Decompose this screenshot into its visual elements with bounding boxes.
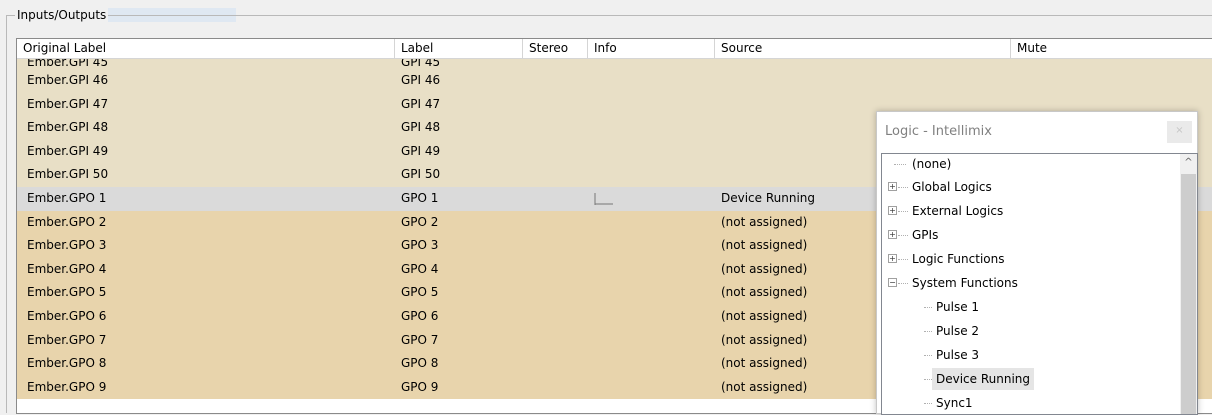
tree-connector: [898, 259, 908, 260]
column-header-label[interactable]: Label: [395, 39, 523, 58]
label-cell: GPO 4: [401, 261, 439, 276]
original-label-cell: Ember.GPO 6: [27, 308, 107, 323]
column-header-original-label[interactable]: Original Label: [17, 39, 395, 58]
column-header-mute[interactable]: Mute: [1011, 39, 1212, 58]
original-label-cell: Ember.GPO 5: [27, 285, 107, 300]
scroll-up-icon[interactable]: ^: [1180, 154, 1197, 172]
label-cell: GPO 1: [401, 190, 439, 205]
source-cell[interactable]: (not assigned): [721, 211, 807, 235]
original-label-cell: Ember.GPO 2: [27, 214, 107, 229]
label-cell: GPI 48: [401, 120, 441, 135]
expand-icon[interactable]: +: [888, 206, 897, 215]
original-label-cell: Ember.GPI 46: [27, 73, 109, 87]
source-cell[interactable]: (not assigned): [721, 234, 807, 258]
tree-item-label: External Logics: [912, 204, 1004, 218]
tree-connector: [898, 211, 908, 212]
column-header-source[interactable]: Source: [715, 39, 1011, 58]
original-label-cell: Ember.GPI 49: [27, 143, 109, 158]
tree-item-label: Pulse 3: [936, 348, 980, 362]
tree-item-label: Sync1: [936, 396, 973, 410]
tree-item-label: GPIs: [912, 228, 939, 242]
source-cell[interactable]: (not assigned): [721, 258, 807, 282]
column-header-info[interactable]: Info: [588, 39, 715, 58]
tree-connector: [898, 187, 908, 188]
original-label-cell: Ember.GPI 50: [27, 167, 109, 182]
table-row[interactable]: Ember.GPI 46 GPI 46: [17, 69, 1212, 93]
original-label-cell: Ember.GPI 48: [27, 120, 109, 135]
original-label-cell: Ember.GPO 1: [27, 190, 107, 205]
expand-icon[interactable]: +: [888, 254, 897, 263]
tree-connector: [898, 235, 908, 236]
original-label-cell: Ember.GPO 3: [27, 238, 107, 253]
tree-connector: [924, 331, 932, 332]
original-label-cell: Ember.GPO 9: [27, 379, 107, 394]
tree-item-label: Pulse 2: [936, 324, 980, 338]
label-cell: GPO 2: [401, 214, 439, 229]
label-cell: GPI 49: [401, 143, 441, 158]
expand-icon[interactable]: +: [888, 230, 897, 239]
group-title: Inputs/Outputs: [15, 8, 109, 22]
tree-connector: [924, 403, 932, 404]
original-label-cell: Ember.GPO 4: [27, 261, 107, 276]
column-header-stereo[interactable]: Stereo: [523, 39, 588, 58]
source-cell[interactable]: (not assigned): [721, 329, 807, 353]
label-cell: GPI 47: [401, 96, 441, 111]
source-cell[interactable]: (not assigned): [721, 281, 807, 305]
tree-item-label: Global Logics: [912, 180, 992, 194]
original-label-cell: Ember.GPO 7: [27, 332, 107, 347]
label-cell: GPO 9: [401, 379, 439, 394]
source-cell[interactable]: (not assigned): [721, 352, 807, 376]
logic-picker-popup[interactable]: Logic - Intellimix × (none) + Global Log…: [876, 111, 1198, 415]
tree-connector: [894, 164, 906, 165]
label-cell: GPO 6: [401, 308, 439, 323]
tree-scrollbar[interactable]: ^: [1180, 154, 1197, 414]
label-cell: GPO 3: [401, 238, 439, 253]
tree-item-label: System Functions: [912, 276, 1018, 290]
original-label-cell: Ember.GPO 8: [27, 356, 107, 371]
source-cell[interactable]: (not assigned): [721, 305, 807, 329]
label-cell: GPO 7: [401, 332, 439, 347]
scroll-thumb[interactable]: [1181, 174, 1196, 414]
label-cell: GPI 50: [401, 167, 441, 182]
source-cell[interactable]: Device Running: [721, 187, 815, 211]
tree-connector: [924, 379, 932, 380]
close-icon[interactable]: ×: [1167, 121, 1192, 143]
table-header: Original Label Label Stereo Info Source …: [17, 39, 1212, 59]
tree-item-label: Pulse 1: [936, 300, 980, 314]
tree-item-label-selected: Device Running: [932, 368, 1035, 390]
label-cell: GPO 5: [401, 285, 439, 300]
original-label-cell: Ember.GPI 47: [27, 96, 109, 111]
label-cell: GPI 46: [401, 73, 441, 87]
info-logic-icon: [594, 192, 613, 205]
label-cell: GPO 8: [401, 356, 439, 371]
tree-item-label: Logic Functions: [912, 252, 1005, 266]
source-cell[interactable]: (not assigned): [721, 376, 807, 400]
tree-connector: [924, 355, 932, 356]
tree-connector: [898, 283, 908, 284]
logic-tree[interactable]: (none) + Global Logics + External Logics…: [881, 153, 1198, 415]
collapse-icon[interactable]: −: [888, 278, 897, 287]
tree-item-label: (none): [912, 157, 952, 171]
popup-title: Logic - Intellimix: [885, 124, 992, 139]
tree-connector: [924, 307, 932, 308]
expand-icon[interactable]: +: [888, 182, 897, 191]
